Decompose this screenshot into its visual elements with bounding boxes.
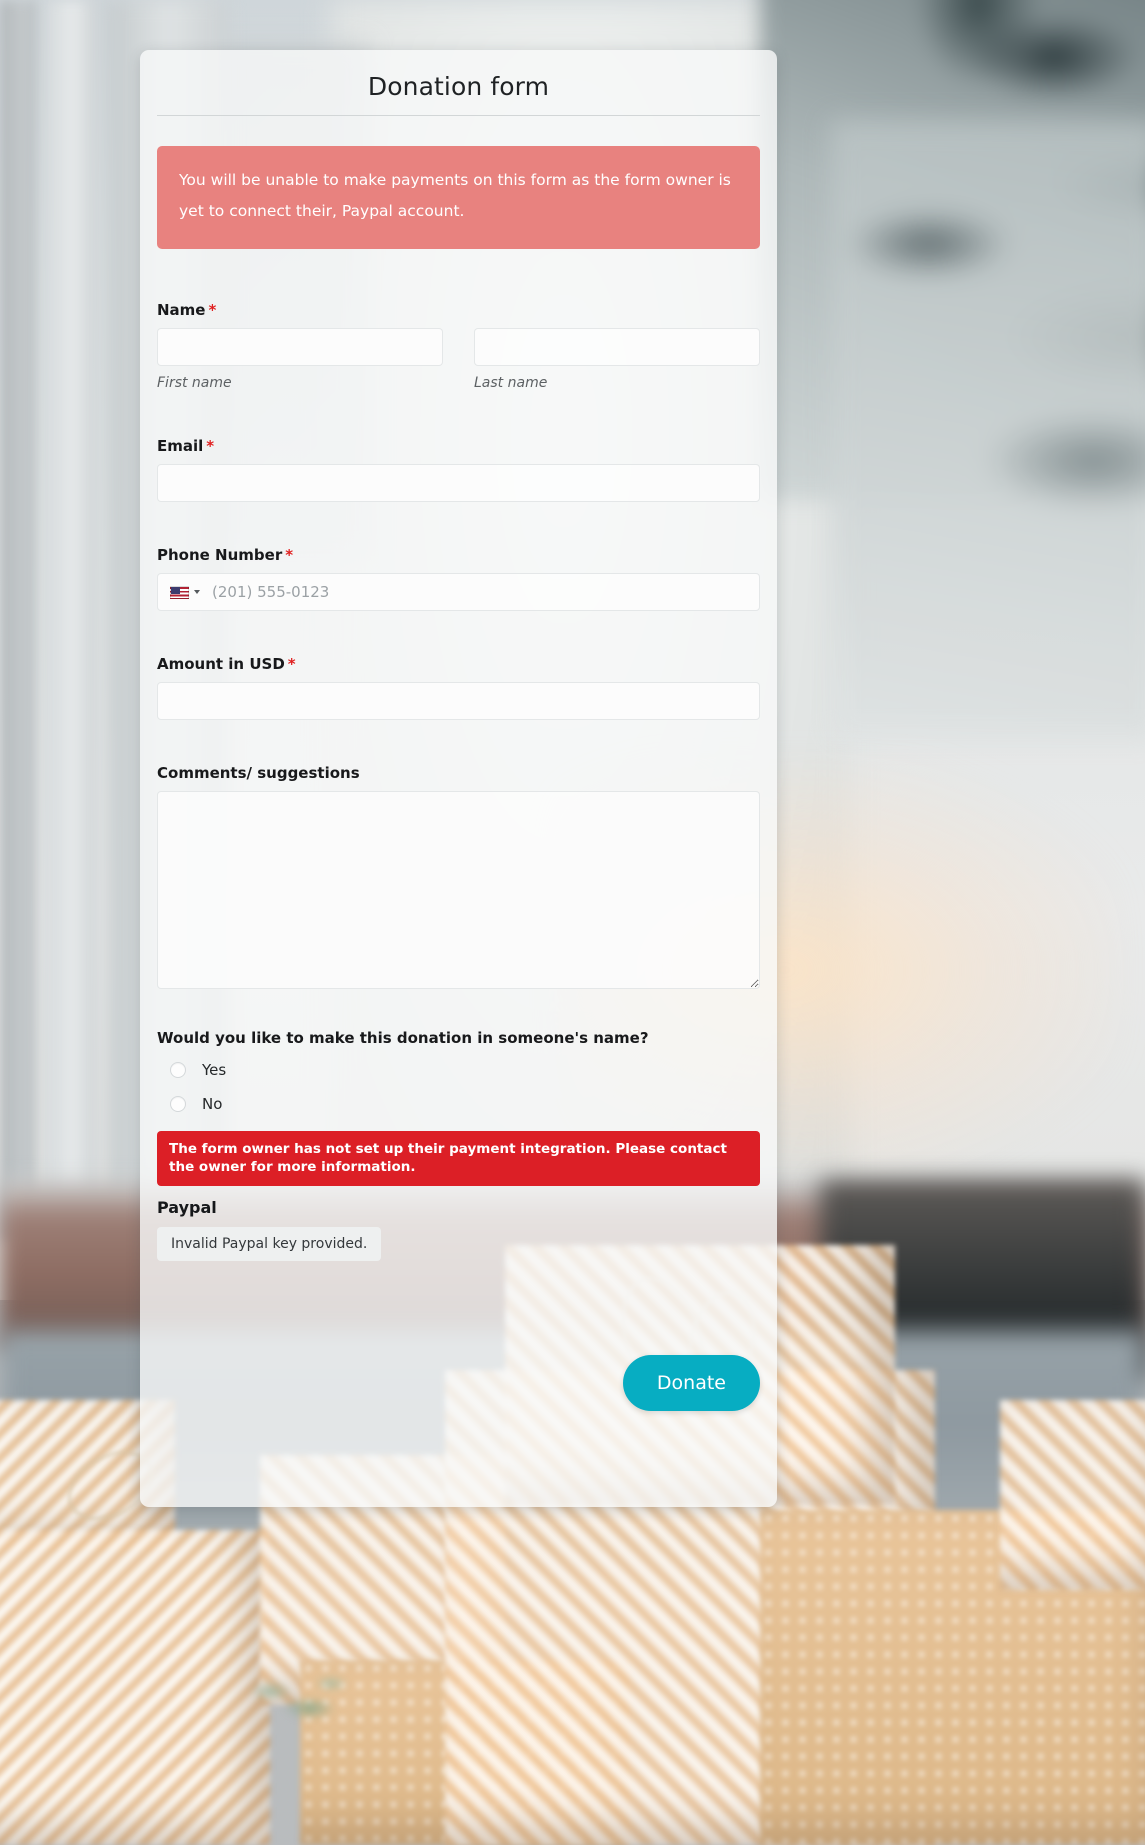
- phone-number-input[interactable]: [208, 574, 759, 610]
- background-window-frame-2: [44, 0, 98, 1240]
- last-name-column: Last name: [474, 328, 760, 391]
- radio-option-no[interactable]: No: [170, 1095, 760, 1113]
- page-title: Donation form: [367, 72, 550, 101]
- amount-input[interactable]: [157, 682, 760, 720]
- email-input[interactable]: [157, 464, 760, 502]
- gift-box: [0, 1530, 270, 1845]
- title-divider: [157, 115, 760, 116]
- donation-in-name-group: Would you like to make this donation in …: [157, 1029, 760, 1113]
- paypal-connection-notice: You will be unable to make payments on t…: [157, 146, 760, 249]
- donate-button[interactable]: Donate: [622, 1355, 760, 1411]
- comments-field-group: Comments/ suggestions: [157, 764, 760, 989]
- greenery-sprig: [235, 1660, 355, 1738]
- required-asterisk: *: [206, 437, 215, 455]
- payment-integration-error: The form owner has not set up their paym…: [157, 1131, 760, 1187]
- required-asterisk: *: [287, 655, 296, 673]
- radio-circle-icon: [170, 1096, 186, 1112]
- phone-field-group: Phone Number *: [157, 546, 760, 611]
- amount-label: Amount in USD *: [157, 655, 760, 673]
- last-name-input[interactable]: [474, 328, 760, 366]
- amount-field-group: Amount in USD *: [157, 655, 760, 720]
- background-window-frame-1: [0, 0, 36, 1240]
- radio-circle-icon: [170, 1062, 186, 1078]
- paypal-key-message: Invalid Paypal key provided.: [157, 1227, 382, 1262]
- radio-option-label: Yes: [202, 1061, 227, 1079]
- background-foliage-secondary: [830, 120, 1145, 740]
- donation-in-name-question: Would you like to make this donation in …: [157, 1029, 649, 1047]
- required-asterisk: *: [208, 301, 217, 319]
- required-asterisk: *: [285, 546, 294, 564]
- name-field-group: Name * First name Last name: [157, 301, 760, 391]
- name-label-text: Name: [157, 301, 206, 319]
- phone-label-text: Phone Number: [157, 546, 283, 564]
- first-name-column: First name: [157, 328, 443, 391]
- email-label-text: Email: [157, 437, 204, 455]
- radio-option-label: No: [202, 1095, 223, 1113]
- name-inputs-row: First name Last name: [157, 328, 760, 391]
- paypal-section-title: Paypal: [157, 1198, 217, 1218]
- email-field-group: Email *: [157, 437, 760, 502]
- email-label: Email *: [157, 437, 760, 455]
- us-flag-icon: [170, 585, 189, 599]
- name-label: Name *: [157, 301, 760, 319]
- amount-label-text: Amount in USD: [157, 655, 285, 673]
- phone-label: Phone Number *: [157, 546, 760, 564]
- gift-box: [1000, 1400, 1145, 1590]
- first-name-sub-label: First name: [157, 375, 232, 391]
- comments-label: Comments/ suggestions: [157, 764, 360, 782]
- radio-option-yes[interactable]: Yes: [170, 1061, 760, 1079]
- chevron-down-icon: [194, 590, 200, 594]
- last-name-sub-label: Last name: [474, 375, 548, 391]
- donation-form-card: Donation form You will be unable to make…: [140, 50, 777, 1507]
- comments-textarea[interactable]: [157, 791, 760, 989]
- submit-row: Donate: [140, 1355, 777, 1411]
- phone-input-wrapper: [157, 573, 760, 611]
- first-name-input[interactable]: [157, 328, 443, 366]
- country-code-selector[interactable]: [158, 574, 208, 610]
